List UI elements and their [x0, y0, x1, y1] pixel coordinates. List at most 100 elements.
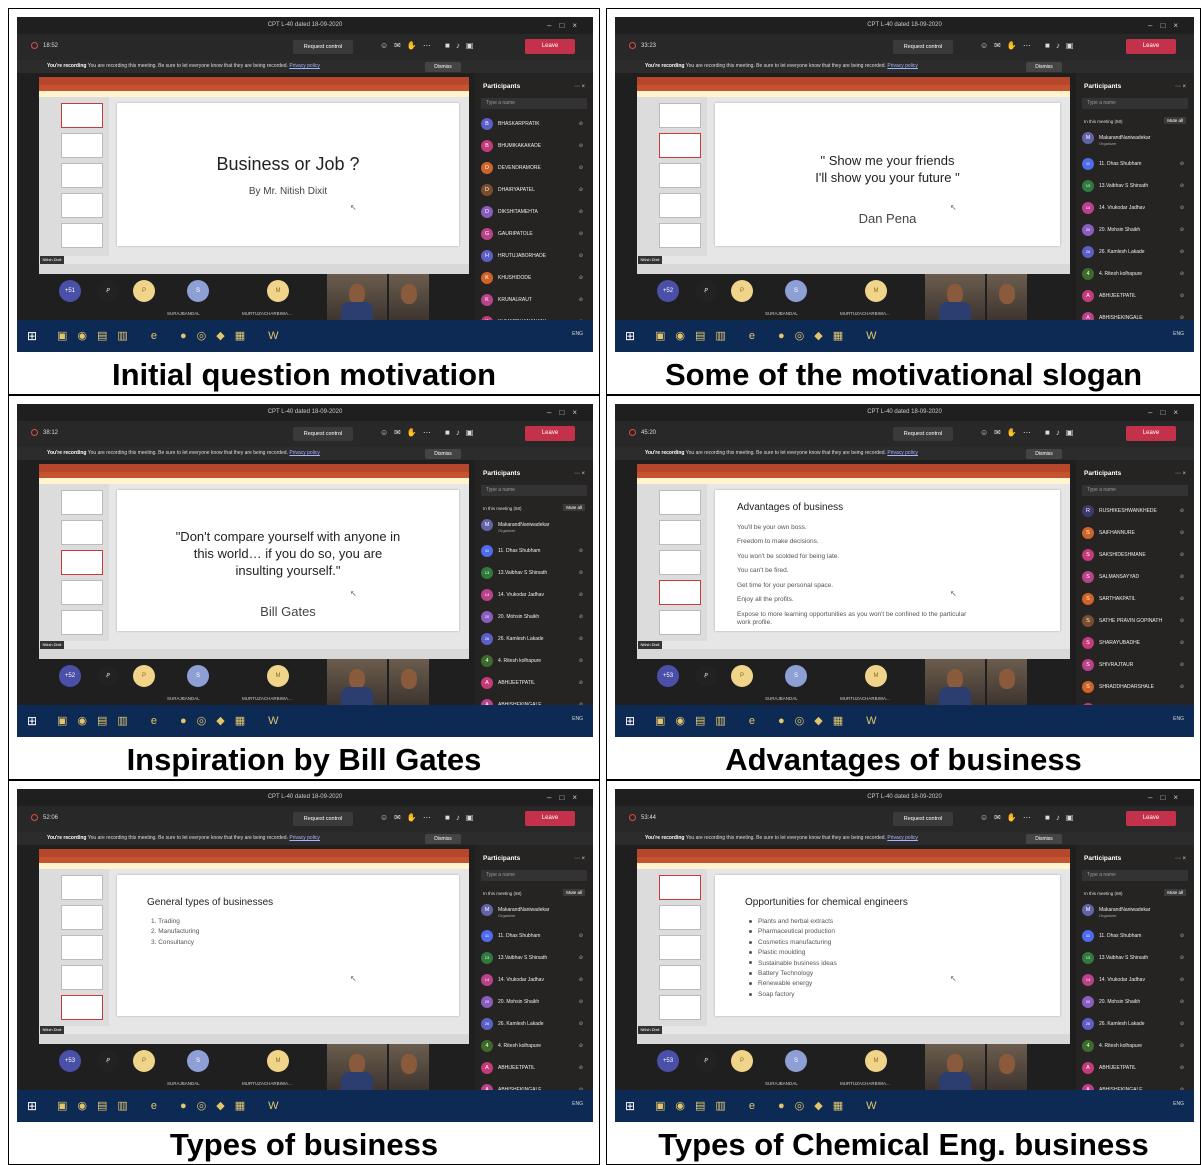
privacy-policy-link[interactable]: Privacy policy: [887, 835, 918, 841]
participant-row[interactable]: 4 4. Ritesh kolhapure ⊘: [481, 650, 587, 672]
dismiss-button[interactable]: Dismiss: [425, 834, 461, 844]
participant-row[interactable]: 4 4. Ritesh kolhapure ⊘: [1082, 1035, 1188, 1057]
participant-row[interactable]: M MakarandNaniwadekar Organizer: [481, 899, 587, 925]
participant-row[interactable]: M MakarandNaniwadekar Organizer: [1082, 899, 1188, 925]
participant-row[interactable]: S SATHE PRAVIN GOPINATH ⊘: [1082, 610, 1188, 632]
slide-thumbnail[interactable]: [61, 550, 103, 575]
participant-row[interactable]: 14 14. Vrukodar Jadhav ⊘: [1082, 969, 1188, 991]
participant-row[interactable]: 20 20. Mohsin Shaikh ⊘: [1082, 219, 1188, 241]
close-icon[interactable]: ⋯ ×: [1175, 855, 1186, 862]
participant-row[interactable]: B BHUMIKAKAKADE ⊘: [481, 135, 587, 157]
participant-row[interactable]: 11 11. Dhas Shubham ⊘: [481, 925, 587, 947]
slide-thumbnail[interactable]: [61, 193, 103, 218]
slide-thumbnail[interactable]: [659, 580, 701, 605]
participant-row[interactable]: D DHAIRYAPATEL ⊘: [481, 179, 587, 201]
participant-row[interactable]: A ABHIJEETPATIL ⊘: [1082, 285, 1188, 307]
dismiss-button[interactable]: Dismiss: [1026, 62, 1062, 72]
request-control-button[interactable]: Request control: [293, 427, 353, 441]
participant-row[interactable]: 14 14. Vrukodar Jadhav ⊘: [481, 969, 587, 991]
participant-row[interactable]: 26 26. Kamlesh Lakade ⊘: [1082, 241, 1188, 263]
privacy-policy-link[interactable]: Privacy policy: [887, 63, 918, 69]
participant-row[interactable]: 11 11. Dhas Shubham ⊘: [481, 540, 587, 562]
participant-search-input[interactable]: Type a name: [481, 98, 587, 109]
participant-search-input[interactable]: Type a name: [481, 485, 587, 496]
participant-row[interactable]: S SARTHAKPATIL ⊘: [1082, 588, 1188, 610]
slide-thumbnail[interactable]: [61, 490, 103, 515]
windows-start-icon[interactable]: ⊞: [27, 1099, 37, 1113]
slide-thumbnail[interactable]: [61, 163, 103, 188]
meeting-controls-icons[interactable]: ☺✉✋⋯ ■♪▣: [980, 813, 1079, 822]
overflow-participants-badge[interactable]: +53: [657, 1050, 679, 1072]
participant-row[interactable]: S SALMANSAYYAD ⊘: [1082, 566, 1188, 588]
slide-thumbnail[interactable]: [61, 995, 103, 1020]
leave-button[interactable]: Leave: [525, 426, 575, 441]
request-control-button[interactable]: Request control: [893, 812, 953, 826]
slide-thumbnail[interactable]: [659, 193, 701, 218]
taskbar-app-icons[interactable]: ▣◉▤▥ e ●◎◆▦ W: [655, 329, 887, 342]
meeting-controls-icons[interactable]: ☺✉✋⋯ ■♪▣: [980, 428, 1079, 437]
slide-thumbnail[interactable]: [61, 905, 103, 930]
window-controls[interactable]: –□×: [547, 404, 585, 421]
participant-row[interactable]: 14 14. Vrukodar Jadhav ⊘: [1082, 197, 1188, 219]
slide-thumbnail[interactable]: [659, 875, 701, 900]
window-controls[interactable]: –□×: [1148, 17, 1186, 34]
participant-row[interactable]: K KRUNALRAUT ⊘: [481, 289, 587, 311]
slide-thumbnail[interactable]: [61, 223, 103, 248]
request-control-button[interactable]: Request control: [893, 427, 953, 441]
participant-row[interactable]: B BHASKARPRATIK ⊘: [481, 113, 587, 135]
taskbar-app-icons[interactable]: ▣◉▤▥ e ●◎◆▦ W: [655, 1099, 887, 1112]
meeting-controls-icons[interactable]: ☺✉✋⋯ ■♪▣: [380, 428, 479, 437]
dismiss-button[interactable]: Dismiss: [425, 62, 461, 72]
participant-row[interactable]: A ABHISHEKINGALE ⊘: [481, 694, 587, 705]
participant-row[interactable]: 20 20. Mohsin Shaikh ⊘: [1082, 991, 1188, 1013]
participant-search-input[interactable]: Type a name: [481, 870, 587, 881]
participant-row[interactable]: A ABHISHEKINGALE ⊘: [1082, 1079, 1188, 1090]
window-controls[interactable]: –□×: [547, 789, 585, 806]
request-control-button[interactable]: Request control: [293, 40, 353, 54]
participant-row[interactable]: 14 14. Vrukodar Jadhav ⊘: [481, 584, 587, 606]
overflow-participants-badge[interactable]: +53: [657, 665, 679, 687]
participant-row[interactable]: SSIDDHIPEDAMKAR⊘: [1082, 698, 1188, 705]
participant-row[interactable]: 13 13.Vaibhav S Shirsath ⊘: [481, 562, 587, 584]
dismiss-button[interactable]: Dismiss: [1026, 449, 1062, 459]
slide-thumbnail[interactable]: [61, 520, 103, 545]
request-control-button[interactable]: Request control: [293, 812, 353, 826]
slide-thumbnail[interactable]: [61, 580, 103, 605]
taskbar-app-icons[interactable]: ▣◉▤▥ e ●◎◆▦ W: [57, 329, 289, 342]
participant-row[interactable]: 26 26. Kamlesh Lakade ⊘: [1082, 1013, 1188, 1035]
participant-row[interactable]: 13 13.Vaibhav S Shirsath ⊘: [1082, 947, 1188, 969]
participant-row[interactable]: 13 13.Vaibhav S Shirsath ⊘: [1082, 175, 1188, 197]
participant-row[interactable]: 20 20. Mohsin Shaikh ⊘: [481, 991, 587, 1013]
participant-row[interactable]: 11 11. Dhas Shubham ⊘: [1082, 925, 1188, 947]
privacy-policy-link[interactable]: Privacy policy: [289, 450, 320, 456]
participant-row[interactable]: K KHUSHIDODE ⊘: [481, 267, 587, 289]
slide-thumbnail[interactable]: [659, 163, 701, 188]
dismiss-button[interactable]: Dismiss: [1026, 834, 1062, 844]
slide-thumbnail[interactable]: [659, 965, 701, 990]
participant-row[interactable]: 26 26. Kamlesh Lakade ⊘: [481, 628, 587, 650]
participant-search-input[interactable]: Type a name: [1082, 870, 1188, 881]
participant-row[interactable]: D DEVENDRAMORE ⊘: [481, 157, 587, 179]
windows-start-icon[interactable]: ⊞: [625, 714, 635, 728]
window-controls[interactable]: –□×: [1148, 789, 1186, 806]
slide-thumbnail[interactable]: [659, 103, 701, 128]
leave-button[interactable]: Leave: [1126, 426, 1176, 441]
window-controls[interactable]: –□×: [547, 17, 585, 34]
slide-thumbnail[interactable]: [659, 995, 701, 1020]
close-icon[interactable]: ⋯ ×: [574, 470, 585, 477]
slide-thumbnail[interactable]: [659, 935, 701, 960]
close-icon[interactable]: ⋯ ×: [1175, 470, 1186, 477]
participant-row[interactable]: S SHIVRAJTAUR ⊘: [1082, 654, 1188, 676]
participant-row[interactable]: A ABHIJEETPATIL ⊘: [481, 1057, 587, 1079]
privacy-policy-link[interactable]: Privacy policy: [289, 63, 320, 69]
leave-button[interactable]: Leave: [525, 811, 575, 826]
participant-row[interactable]: M MakarandNaniwadekar Organizer: [481, 514, 587, 540]
slide-thumbnail[interactable]: [659, 610, 701, 635]
participant-row[interactable]: S SAIFHANNURE ⊘: [1082, 522, 1188, 544]
leave-button[interactable]: Leave: [525, 39, 575, 54]
windows-start-icon[interactable]: ⊞: [27, 714, 37, 728]
participant-row[interactable]: 20 20. Mohsin Shaikh ⊘: [481, 606, 587, 628]
close-icon[interactable]: ⋯ ×: [574, 83, 585, 90]
participant-row[interactable]: 11 11. Dhas Shubham ⊘: [1082, 153, 1188, 175]
participant-row[interactable]: M MakarandNaniwadekar Organizer: [1082, 127, 1188, 153]
